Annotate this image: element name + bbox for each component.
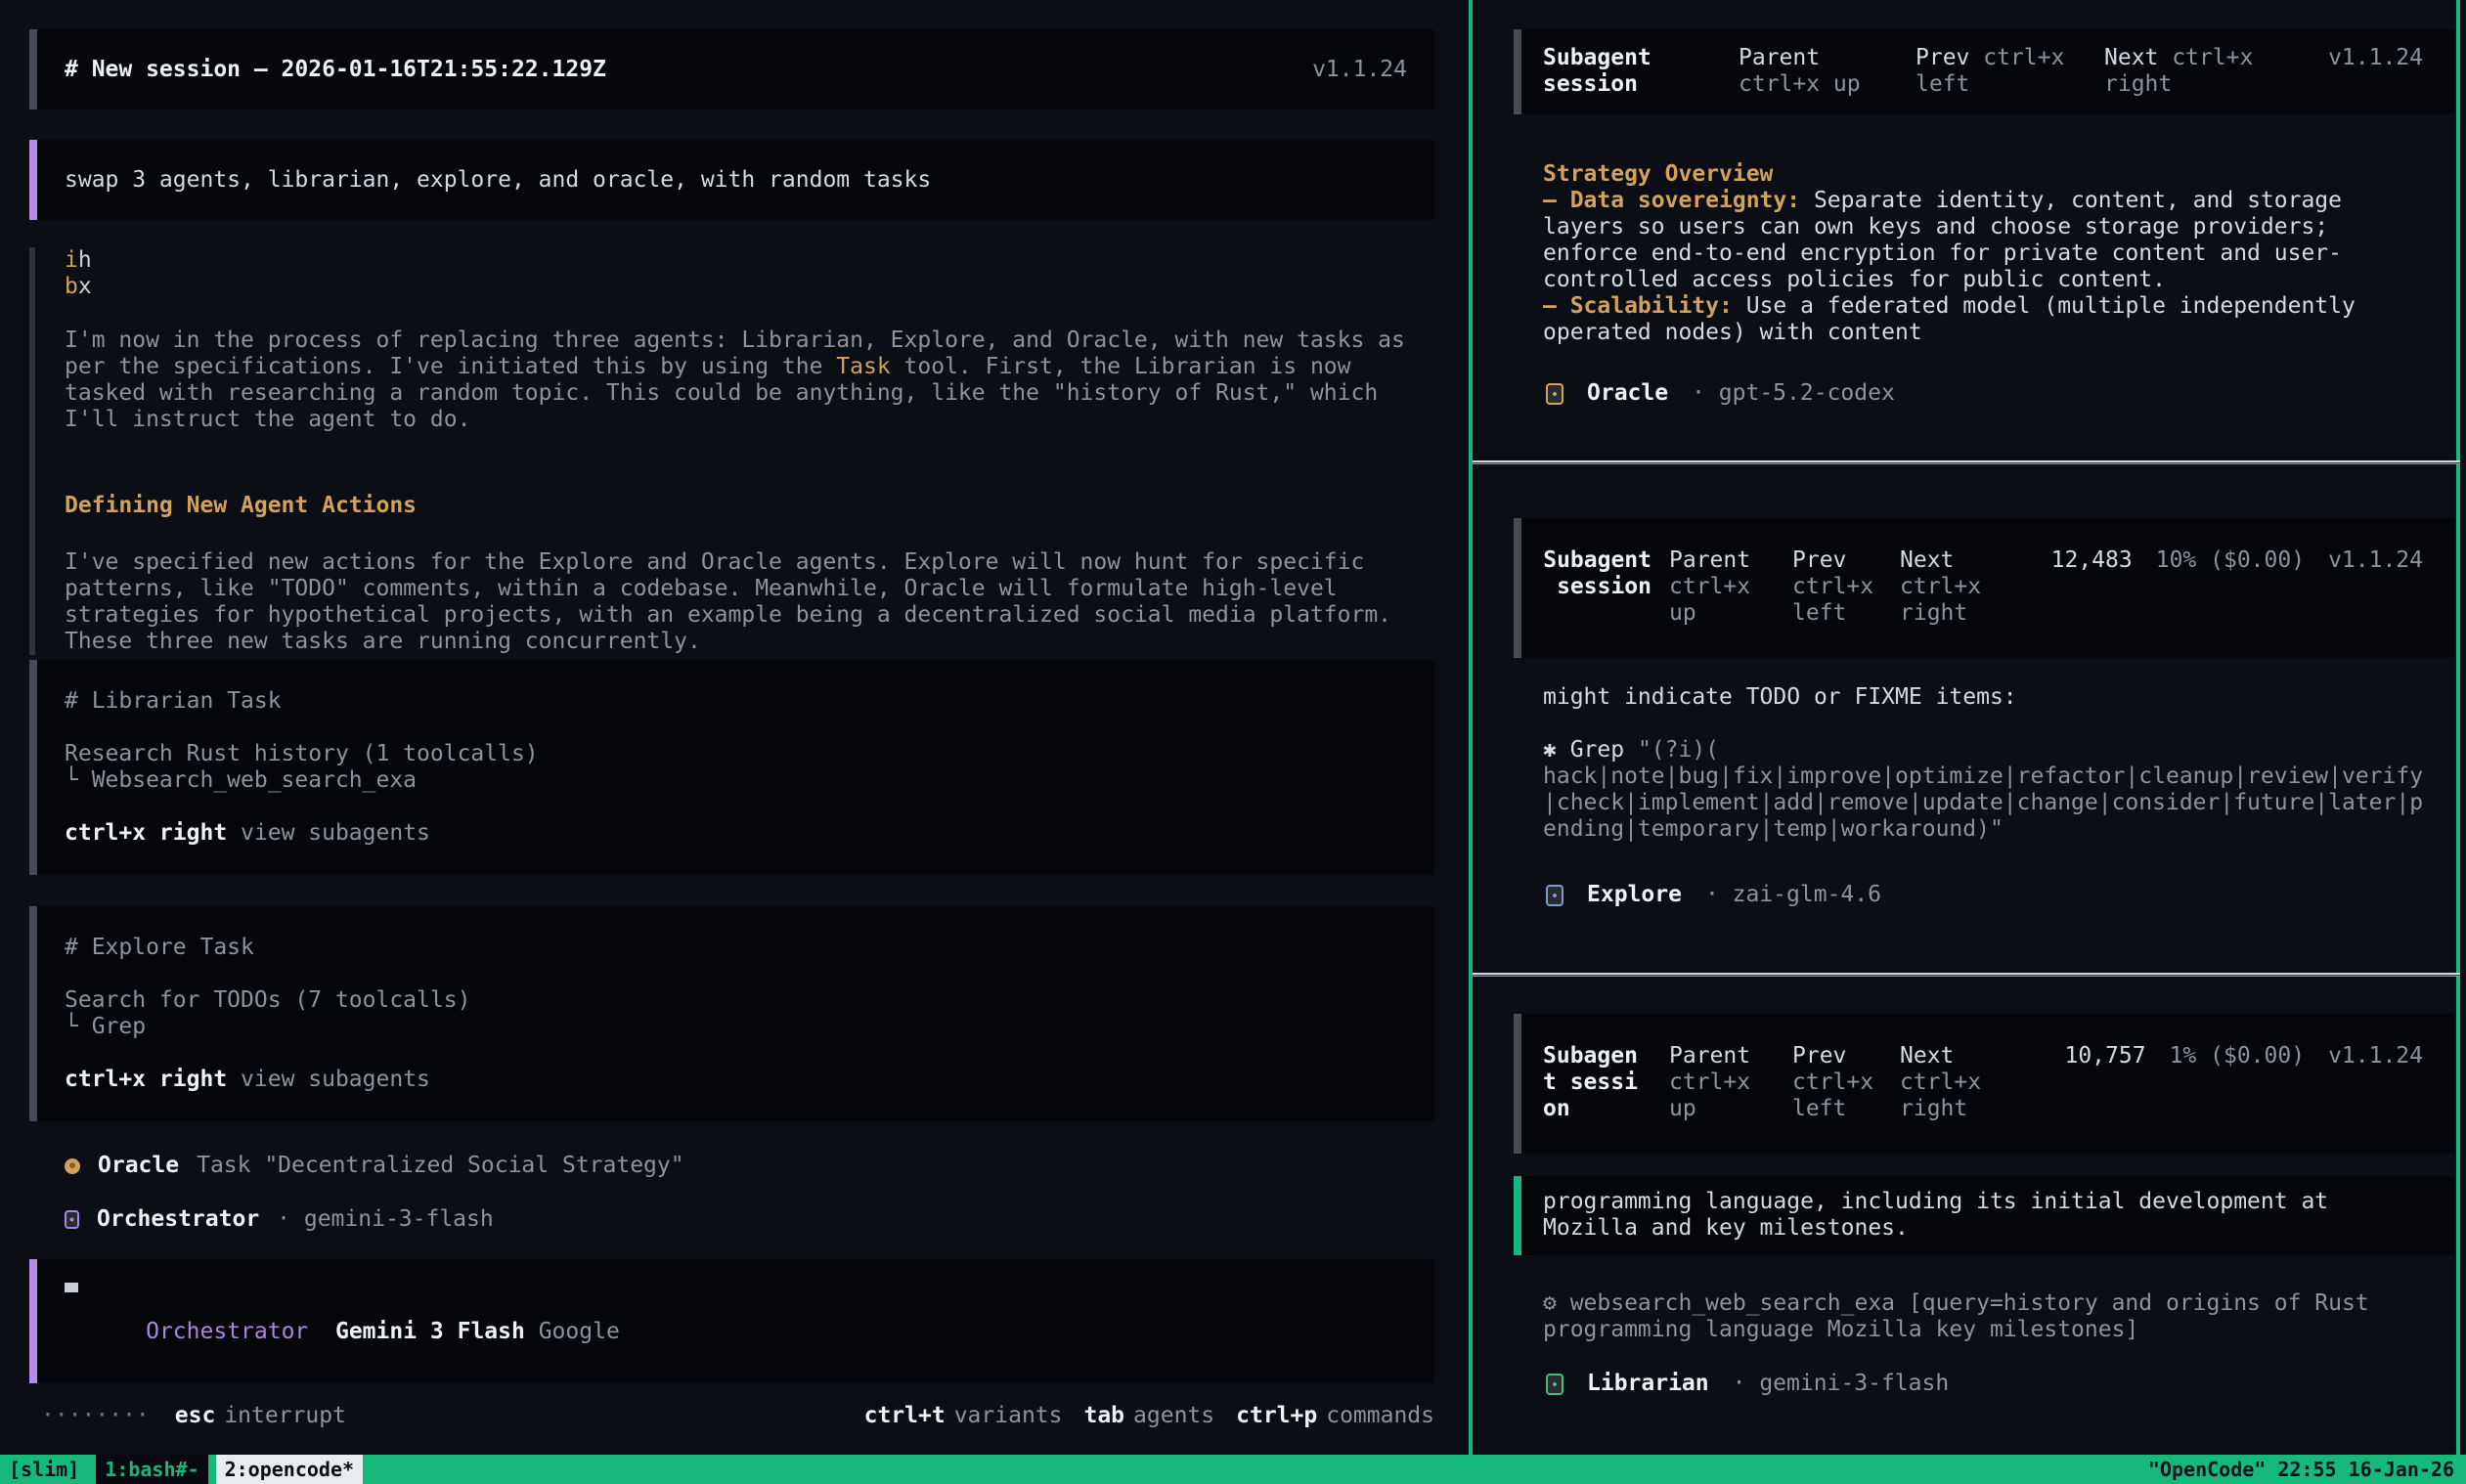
prev-nav-hint[interactable]: Prevctrl+xleft — [1792, 547, 1900, 642]
thinking-heading-2: Defining New Agent Actions — [65, 493, 1434, 519]
agent-model: · gpt-5.2-codex — [1692, 380, 1895, 407]
agent-name: Orchestrator — [97, 1206, 259, 1233]
oracle-agent-icon — [65, 1158, 80, 1174]
keyhint-agents[interactable]: tabagents — [1083, 1403, 1214, 1429]
tmux-session-name: [slim] — [0, 1455, 88, 1484]
session-title: # New session — 2026-01-16T21:55:22.129Z — [65, 57, 606, 83]
parent-nav-hint[interactable]: Parentctrl+xup — [1669, 547, 1792, 642]
agent-task-detail: Task "Decentralized Social Strategy" — [197, 1153, 684, 1179]
version-label: v1.1.24 — [1312, 57, 1407, 83]
librarian-task-card: # Librarian Task Research Rust history (… — [29, 660, 1434, 875]
prev-nav-hint[interactable]: Prev ctrl+xleft — [1916, 45, 2104, 99]
pane-divider-left[interactable] — [1469, 0, 1473, 1455]
prompt-input[interactable]: Orchestrator Gemini 3 Flash Google — [29, 1259, 1434, 1383]
agent-model: · gemini-3-flash — [277, 1206, 494, 1233]
task-tool: └ Grep — [65, 1014, 1407, 1040]
oracle-task-row: Oracle Task "Decentralized Social Strate… — [65, 1153, 684, 1179]
explore-agent-icon — [1546, 885, 1563, 906]
task-summary: Research Rust history (1 toolcalls) — [65, 741, 1407, 767]
subagent-footer-explore: Explore · zai-glm-4.6 — [1546, 882, 1881, 908]
context-cost: 10% ($0.00) — [2156, 547, 2305, 642]
subagent-pane-divider-1[interactable] — [1473, 460, 2460, 464]
agent-model: · gemini-3-flash — [1733, 1371, 1950, 1397]
agent-name: Librarian — [1587, 1371, 1709, 1397]
text-cursor — [65, 1283, 78, 1292]
next-nav-hint[interactable]: Next ctrl+xright — [2104, 45, 2319, 99]
orchestrator-agent-icon — [65, 1210, 79, 1229]
tmux-window-bash[interactable]: 1:bash#- — [96, 1455, 207, 1484]
subagent-header-explore: Subagentsession Parentctrl+xup Prevctrl+… — [1514, 518, 2454, 658]
librarian-result-quote: programming language, including its init… — [1514, 1176, 2454, 1255]
pane-divider-right — [2456, 0, 2460, 1455]
subagent-header-librarian: Subagent session Parentctrl+xup Prevctrl… — [1514, 1014, 2454, 1154]
agent-name: Explore — [1587, 882, 1682, 908]
subagent-footer-oracle: Oracle · gpt-5.2-codex — [1546, 380, 1895, 407]
agent-model: · zai-glm-4.6 — [1705, 882, 1881, 908]
task-tool: └ Websearch_web_search_exa — [65, 767, 1407, 794]
agent-name: Oracle — [1587, 380, 1668, 407]
view-subagents-hint[interactable]: ctrl+x right view subagents — [65, 1067, 1407, 1093]
oracle-agent-icon — [1546, 383, 1563, 405]
oracle-strategy-text: Strategy Overview— Data sovereignty: Sep… — [1543, 161, 2356, 346]
view-subagents-hint[interactable]: ctrl+x right view subagents — [65, 820, 1407, 847]
version-label: v1.1.24 — [2328, 547, 2423, 642]
websearch-toolcall-text: ⚙ websearch_web_search_exa [query=histor… — [1543, 1290, 2369, 1343]
next-nav-hint[interactable]: Nextctrl+xright — [1900, 547, 2047, 642]
subagent-header-oracle: Subagentsession Parentctrl+x up Prev ctr… — [1514, 29, 2454, 114]
terminal-screen: # New session — 2026-01-16T21:55:22.129Z… — [0, 0, 2466, 1484]
keyhint-interrupt[interactable]: escinterrupt — [175, 1403, 346, 1429]
subagent-title: Subagent session — [1543, 1043, 1651, 1138]
task-title: # Librarian Task — [65, 688, 1407, 715]
input-footer: Orchestrator Gemini 3 Flash Google — [65, 1292, 1407, 1372]
task-summary: Search for TODOs (7 toolcalls) — [65, 987, 1407, 1014]
version-label: v1.1.24 — [2328, 1043, 2423, 1138]
next-nav-hint[interactable]: Nextctrl+xright — [1900, 1043, 2047, 1138]
tmux-status-bar: [slim] 1:bash#- 2:opencode* "OpenCode" 2… — [0, 1455, 2466, 1484]
subagent-pane-divider-2[interactable] — [1473, 973, 2460, 977]
agent-name: Oracle — [98, 1153, 179, 1179]
context-cost: 1% ($0.00) — [2170, 1043, 2305, 1138]
keybar: ········ escinterrupt ctrl+tvariants tab… — [41, 1403, 1434, 1429]
token-count: 10,757 — [2064, 1043, 2145, 1138]
tmux-window-opencode[interactable]: 2:opencode* — [216, 1455, 363, 1484]
input-agent-label[interactable]: Orchestrator — [146, 1319, 308, 1344]
explore-task-card: # Explore Task Search for TODOs (7 toolc… — [29, 906, 1434, 1121]
thinking-heading: ihbx — [65, 247, 1434, 300]
orchestrator-row: Orchestrator · gemini-3-flash — [65, 1206, 494, 1233]
parent-nav-hint[interactable]: Parentctrl+x up — [1739, 45, 1916, 99]
librarian-agent-icon — [1546, 1374, 1563, 1395]
version-label: v1.1.24 — [2328, 45, 2423, 99]
user-message-text: swap 3 agents, librarian, explore, and o… — [65, 167, 931, 194]
keyhint-commands[interactable]: ctrl+pcommands — [1236, 1403, 1434, 1429]
spinner-dots-icon: ········ — [41, 1403, 150, 1429]
thinking-paragraph-2: I've specified new actions for the Explo… — [65, 549, 1434, 655]
input-provider-label: Google — [539, 1319, 620, 1344]
prev-nav-hint[interactable]: Prevctrl+xleft — [1792, 1043, 1900, 1138]
keyhint-variants[interactable]: ctrl+tvariants — [864, 1403, 1063, 1429]
thinking-block: ihbx I'm now in the process of replacing… — [29, 247, 1434, 655]
token-count: 12,483 — [2051, 547, 2133, 642]
subagent-title: Subagentsession — [1543, 45, 1739, 99]
user-message: swap 3 agents, librarian, explore, and o… — [29, 140, 1434, 220]
task-title: # Explore Task — [65, 935, 1407, 961]
session-header: # New session — 2026-01-16T21:55:22.129Z… — [29, 29, 1434, 109]
tmux-clock: "OpenCode" 22:55 16-Jan-26 — [2148, 1455, 2466, 1484]
input-model-label[interactable]: Gemini 3 Flash — [335, 1319, 525, 1344]
subagent-footer-librarian: Librarian · gemini-3-flash — [1546, 1371, 1949, 1397]
explore-grep-text: might indicate TODO or FIXME items: ✱ Gr… — [1543, 684, 2423, 843]
subagent-title: Subagentsession — [1543, 547, 1651, 642]
thinking-paragraph-1: I'm now in the process of replacing thre… — [65, 327, 1434, 433]
parent-nav-hint[interactable]: Parentctrl+xup — [1669, 1043, 1792, 1138]
